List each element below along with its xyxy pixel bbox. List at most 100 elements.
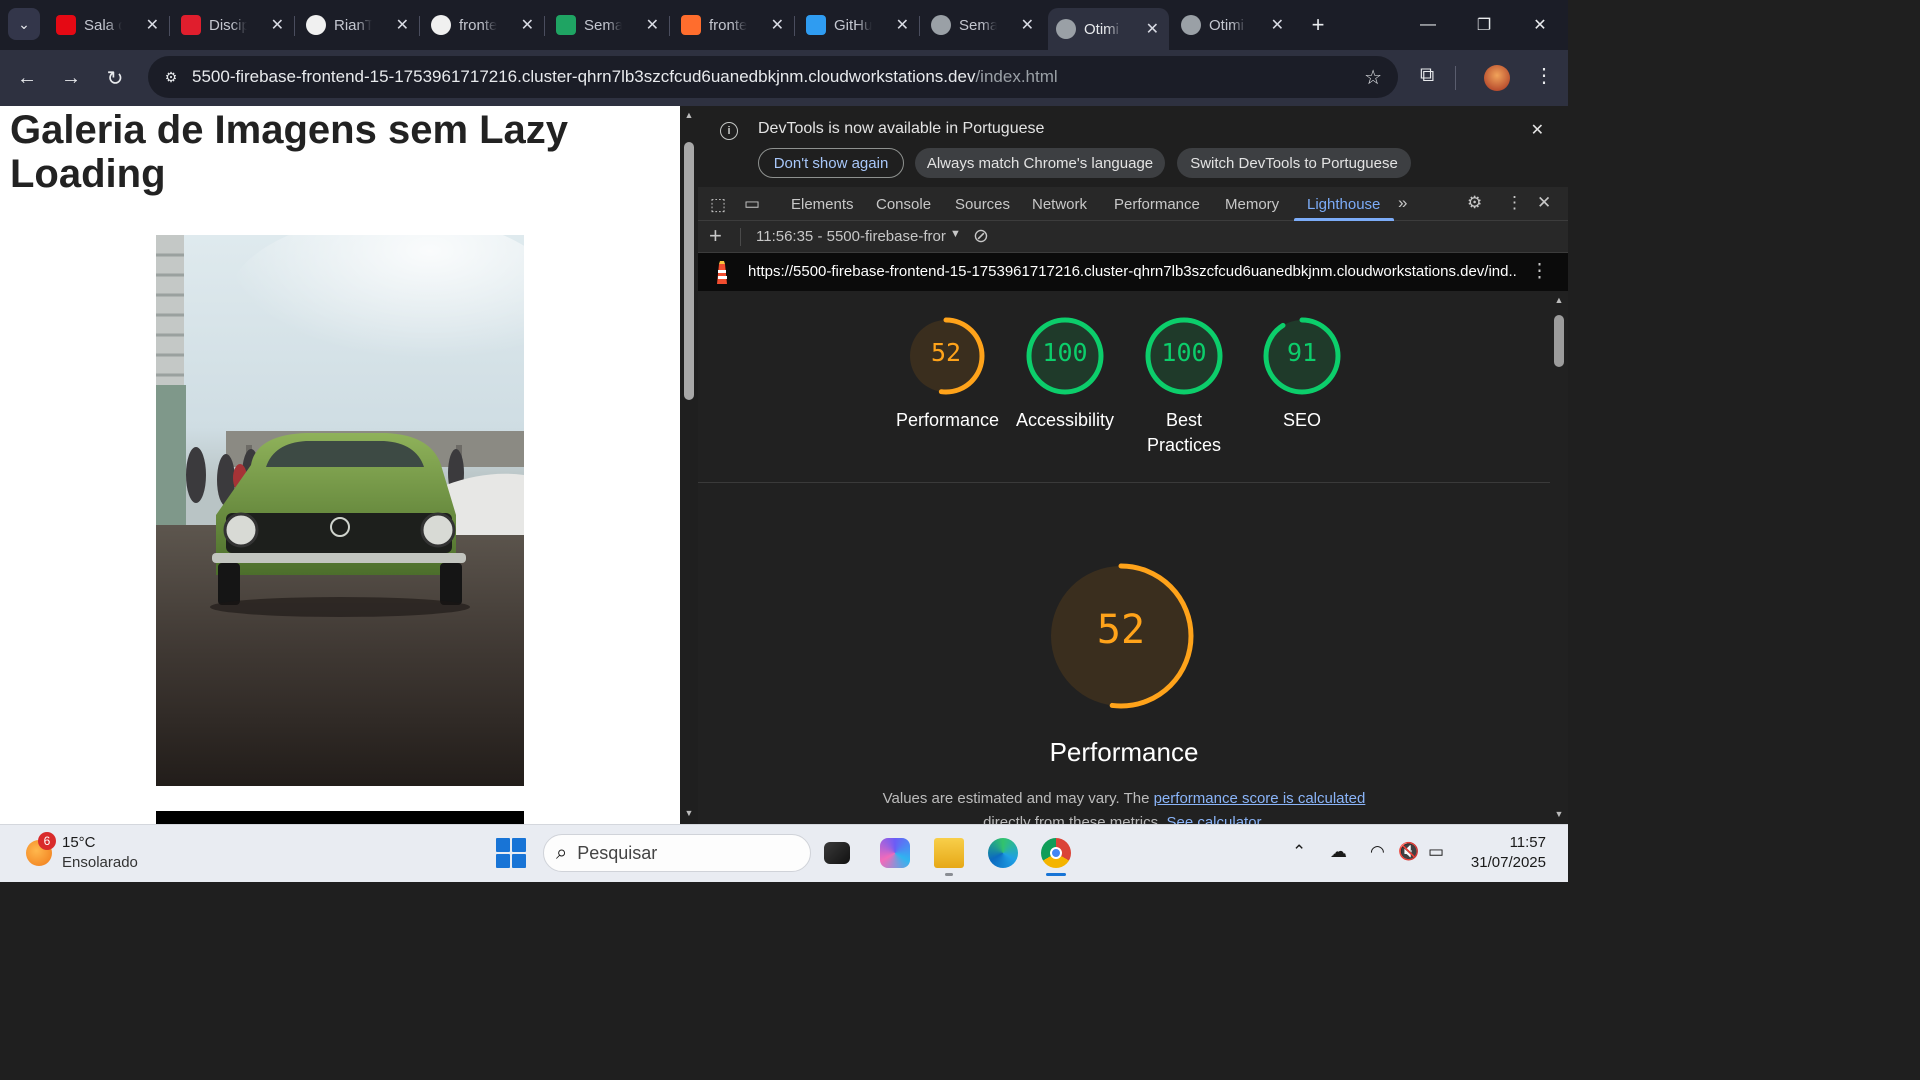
chevron-down-icon: ⌄ xyxy=(18,15,30,32)
edge-icon[interactable] xyxy=(988,838,1018,868)
scroll-thumb[interactable] xyxy=(684,142,694,400)
score-calc-link[interactable]: performance score is calculated xyxy=(1154,790,1366,807)
browser-tab[interactable]: Sala de ✕ xyxy=(48,8,169,42)
url-host: 5500-firebase-frontend-15-1753961717216.… xyxy=(192,67,976,86)
tab-close-icon[interactable]: ✕ xyxy=(646,15,659,35)
new-report-plus-icon[interactable]: + xyxy=(709,223,722,249)
score-gauge-accessibility[interactable]: 100 Accessibility xyxy=(1015,316,1115,433)
report-scrollbar[interactable]: ▲ ▼ xyxy=(1550,291,1568,824)
tab-separator xyxy=(169,16,170,36)
tab-close-icon[interactable]: ✕ xyxy=(771,15,784,35)
address-bar[interactable]: ⚙ 5500-firebase-frontend-15-175396171721… xyxy=(148,56,1398,98)
reload-button[interactable]: ↻ xyxy=(100,63,130,93)
bookmark-star-icon[interactable]: ☆ xyxy=(1364,65,1382,90)
task-view-icon[interactable] xyxy=(824,842,850,864)
devtools-tab-elements[interactable]: Elements xyxy=(791,196,854,213)
new-tab-button[interactable]: + xyxy=(1305,12,1331,38)
extensions-icon[interactable]: ⧉ xyxy=(1420,64,1434,87)
browser-tab[interactable]: fronte ✕ xyxy=(673,8,794,42)
devtools-menu-icon[interactable]: ⋮ xyxy=(1506,193,1523,213)
devtools-tab-sources[interactable]: Sources xyxy=(955,196,1010,213)
infobar-close-icon[interactable]: ✕ xyxy=(1531,120,1544,140)
report-scroll-up-icon[interactable]: ▲ xyxy=(1553,295,1565,305)
dont-show-again-button[interactable]: Don't show again xyxy=(758,148,904,178)
devtools-tab-console[interactable]: Console xyxy=(876,196,931,213)
menu-kebab-icon[interactable]: ⋮ xyxy=(1534,63,1554,88)
report-url: https://5500-firebase-frontend-15-175396… xyxy=(748,263,1518,280)
clear-reports-icon[interactable]: ⊘ xyxy=(973,225,989,248)
gauge-score: 100 xyxy=(1042,338,1088,367)
start-button[interactable] xyxy=(496,838,526,868)
devtools-close-icon[interactable]: ✕ xyxy=(1537,193,1551,213)
onedrive-icon[interactable]: ☁ xyxy=(1330,842,1347,862)
battery-icon[interactable]: ▭ xyxy=(1428,842,1444,862)
firebase-icon xyxy=(681,15,701,35)
profile-avatar[interactable] xyxy=(1484,65,1510,91)
inspect-element-icon[interactable]: ⬚ xyxy=(710,195,726,215)
tab-close-icon[interactable]: ✕ xyxy=(1021,15,1034,35)
report-menu-icon[interactable]: ⋮ xyxy=(1530,260,1549,283)
score-gauge-seo[interactable]: 91 SEO xyxy=(1252,316,1352,433)
browser-tab[interactable]: Sema ✕ xyxy=(548,8,669,42)
netflix-icon xyxy=(56,15,76,35)
browser-tab[interactable]: Otimi ✕ xyxy=(1173,8,1294,42)
minimize-button[interactable]: — xyxy=(1406,10,1450,40)
vscode-icon xyxy=(806,15,826,35)
tab-close-icon[interactable]: ✕ xyxy=(1271,15,1284,35)
device-toolbar-icon[interactable]: ▭ xyxy=(744,194,760,214)
tab-search-button[interactable]: ⌄ xyxy=(8,8,40,40)
scroll-up-icon[interactable]: ▲ xyxy=(683,110,695,120)
tab-close-icon[interactable]: ✕ xyxy=(396,15,409,35)
score-gauge-best-practices[interactable]: 100 Best Practices xyxy=(1134,316,1234,458)
copilot-icon[interactable] xyxy=(880,838,910,868)
site-info-icon[interactable]: ⚙ xyxy=(160,66,182,88)
browser-tab[interactable]: Discip ✕ xyxy=(173,8,294,42)
gauge-label: Best Practices xyxy=(1146,410,1222,455)
tab-close-icon[interactable]: ✕ xyxy=(1146,19,1159,39)
tab-strip: ⌄ Sala de✕Discip✕RianT✕fronte✕Sema✕front… xyxy=(0,0,1568,50)
browser-tab[interactable]: Otimi ✕ xyxy=(1048,8,1169,50)
tab-close-icon[interactable]: ✕ xyxy=(146,15,159,35)
report-dropdown-icon[interactable]: ▼ xyxy=(950,228,961,240)
more-tabs-icon[interactable]: » xyxy=(1398,193,1407,213)
scroll-down-icon[interactable]: ▼ xyxy=(683,808,695,818)
settings-gear-icon[interactable]: ⚙ xyxy=(1467,193,1482,213)
report-scroll-down-icon[interactable]: ▼ xyxy=(1553,809,1565,819)
see-calculator-link[interactable]: See calculator. xyxy=(1166,814,1264,824)
browser-tab[interactable]: RianT ✕ xyxy=(298,8,419,42)
devtools-tab-network[interactable]: Network xyxy=(1032,196,1087,213)
page-heading: Galeria de Imagens sem Lazy Loading xyxy=(10,108,569,196)
devtools-tab-memory[interactable]: Memory xyxy=(1225,196,1279,213)
close-window-button[interactable]: ✕ xyxy=(1518,10,1562,40)
github-icon xyxy=(431,15,451,35)
url-text: 5500-firebase-frontend-15-1753961717216.… xyxy=(192,67,1058,87)
tab-close-icon[interactable]: ✕ xyxy=(271,15,284,35)
taskbar-search[interactable]: ⌕ Pesquisar xyxy=(543,834,811,872)
browser-tab[interactable]: GitHu ✕ xyxy=(798,8,919,42)
tab-close-icon[interactable]: ✕ xyxy=(896,15,909,35)
weather-temp[interactable]: 15°C xyxy=(62,834,96,851)
gauge-score: 52 xyxy=(930,338,962,367)
browser-tab[interactable]: fronte ✕ xyxy=(423,8,544,42)
switch-devtools-language-button[interactable]: Switch DevTools to Portuguese xyxy=(1177,148,1411,178)
clock-time[interactable]: 11:57 xyxy=(1490,834,1546,851)
report-selector[interactable]: 11:56:35 - 5500-firebase-fror xyxy=(756,228,946,245)
google-drive-icon xyxy=(556,15,576,35)
always-match-language-button[interactable]: Always match Chrome's language xyxy=(915,148,1165,178)
volume-muted-icon[interactable]: 🔇 xyxy=(1398,842,1419,862)
forward-button[interactable]: → xyxy=(56,63,86,93)
report-scroll-thumb[interactable] xyxy=(1554,315,1564,367)
browser-tab[interactable]: Sema ✕ xyxy=(923,8,1044,42)
page-scrollbar[interactable]: ▲ ▼ xyxy=(680,106,698,824)
tab-close-icon[interactable]: ✕ xyxy=(521,15,534,35)
wifi-icon[interactable]: ◠ xyxy=(1370,842,1385,862)
devtools-tab-lighthouse[interactable]: Lighthouse xyxy=(1307,196,1380,213)
file-explorer-icon[interactable] xyxy=(934,838,964,868)
back-button[interactable]: ← xyxy=(12,63,42,93)
devtools-tab-performance[interactable]: Performance xyxy=(1114,196,1200,213)
restore-button[interactable]: ❐ xyxy=(1462,10,1506,40)
weather-desc[interactable]: Ensolarado xyxy=(62,854,138,871)
score-gauge-performance[interactable]: 52 Performance xyxy=(896,316,999,433)
clock-date[interactable]: 31/07/2025 xyxy=(1460,854,1546,871)
tray-chevron-up-icon[interactable]: ⌃ xyxy=(1292,842,1306,862)
